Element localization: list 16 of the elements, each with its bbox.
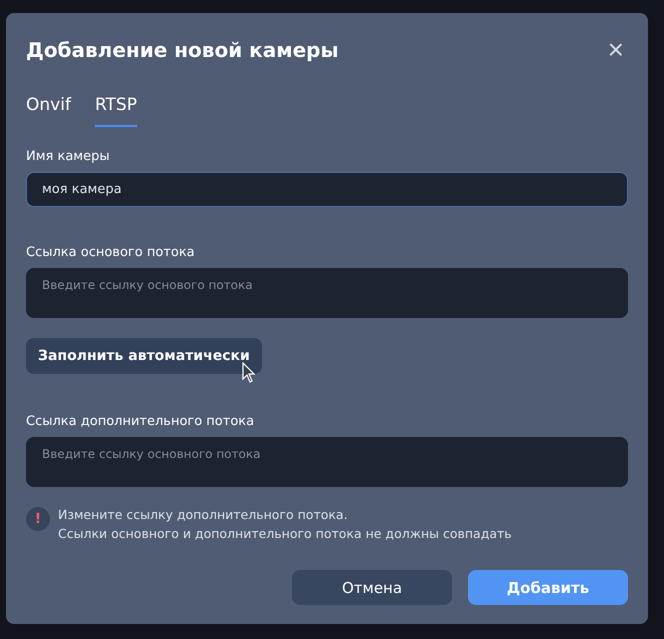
field-label: Ссылка дополнительного потока: [26, 414, 256, 429]
input-field[interactable]: моя камера: [26, 172, 628, 207]
field-label: Ссылка основого потока: [26, 245, 196, 260]
input-field[interactable]: Введите ссылку основного потока: [26, 437, 628, 487]
close-button[interactable]: ×: [604, 36, 628, 64]
cancel-button[interactable]: Отмена: [292, 570, 452, 605]
dialog-title: Добавление новой камеры: [26, 38, 339, 62]
warning-text: Измените ссылку дополнительного потока.: [58, 507, 349, 523]
field-label: Имя камеры: [26, 149, 111, 164]
autofill-button[interactable]: Заполнить автоматически: [26, 338, 262, 374]
tab[interactable]: Onvif: [26, 91, 71, 127]
input-field[interactable]: Введите ссылку основого потока: [26, 268, 628, 318]
warning-text: Ссылки основного и дополнительного потока не должны совпадать: [58, 526, 512, 542]
cursor-icon: [242, 362, 256, 384]
tab[interactable]: RTSP: [94, 91, 137, 127]
warning-icon: !: [26, 507, 50, 531]
